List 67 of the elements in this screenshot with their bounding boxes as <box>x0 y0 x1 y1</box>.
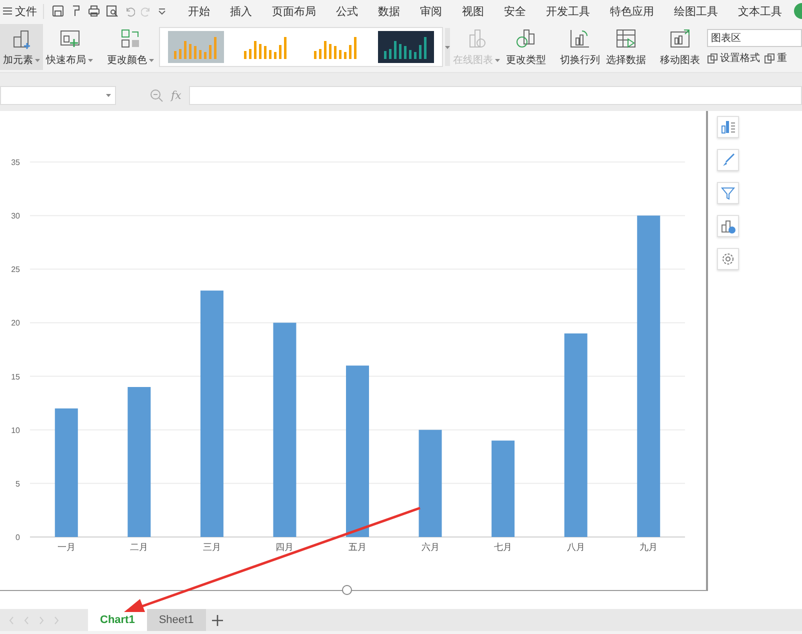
ribbon-button[interactable]: 加元素 <box>0 24 43 70</box>
menu-tab[interactable]: 插入 <box>220 0 262 22</box>
tick-label: 30 <box>11 212 20 221</box>
side-tool-button[interactable] <box>717 116 739 138</box>
menu-tab[interactable]: 绘图工具 <box>664 0 728 22</box>
category-label: 七月 <box>494 542 512 552</box>
menu-tab[interactable]: 开始 <box>178 0 220 22</box>
ribbon-button[interactable]: 选择数据 <box>603 24 649 70</box>
zoom-icon[interactable] <box>150 88 163 102</box>
resize-handle[interactable] <box>342 585 352 595</box>
tick-label: 5 <box>16 479 20 488</box>
caret-icon <box>445 46 450 48</box>
tick-label: 35 <box>11 158 20 167</box>
ribbon-button[interactable]: 更改颜色 <box>104 24 157 70</box>
ribbon-small-button[interactable]: 设置格式 <box>707 51 760 65</box>
tick-label: 15 <box>11 372 20 382</box>
category-label: 五月 <box>348 542 366 552</box>
sheet-tab[interactable]: Sheet1 <box>146 609 206 631</box>
gallery-more-button[interactable] <box>445 28 450 66</box>
menu-tab[interactable]: 视图 <box>452 0 494 22</box>
print-preview-icon[interactable] <box>106 5 118 17</box>
undo-icon[interactable] <box>124 6 135 16</box>
ribbon-button[interactable]: 快速布局 <box>43 24 96 70</box>
redo-icon[interactable] <box>141 6 152 16</box>
ribbon-button[interactable]: 移动图表 <box>657 24 703 70</box>
menu-tab[interactable]: 开发工具 <box>536 0 600 22</box>
reset-icon <box>764 52 775 64</box>
chart-style-thumbnail[interactable] <box>378 31 434 63</box>
dropdown-icon[interactable] <box>158 7 166 15</box>
menu-tab[interactable]: 公式 <box>326 0 368 22</box>
category-label: 九月 <box>640 542 658 552</box>
tick-label: 25 <box>11 265 20 274</box>
tick-label: 10 <box>11 426 20 435</box>
menu-tab[interactable]: 安全 <box>494 0 536 22</box>
ribbon-small-button[interactable]: 重 <box>764 51 787 65</box>
print-icon[interactable] <box>88 5 100 17</box>
menu-tab[interactable]: 页面布局 <box>262 0 326 22</box>
category-label: 一月 <box>57 542 76 552</box>
table-select-icon <box>614 27 638 51</box>
tick-label: 0 <box>16 533 20 542</box>
chart-style-thumbnail[interactable] <box>168 31 224 63</box>
category-label: 六月 <box>421 542 440 552</box>
menu-tab[interactable]: 数据 <box>368 0 410 22</box>
category-label: 三月 <box>202 542 221 552</box>
save-icon[interactable] <box>52 5 64 17</box>
ribbon-button[interactable]: 切换行列 <box>557 24 603 70</box>
sheet-tab[interactable]: Chart1 <box>88 609 147 631</box>
caret-icon <box>106 94 111 96</box>
menu-tab[interactable]: 特色应用 <box>600 0 664 22</box>
menu-tab[interactable]: 文本工具 <box>728 0 792 22</box>
side-tool-button[interactable] <box>717 182 739 204</box>
plus-icon <box>212 614 223 626</box>
formula-input[interactable] <box>189 86 802 104</box>
category-label: 四月 <box>276 542 294 552</box>
chart-elements-icon <box>719 118 737 136</box>
tick-label: 20 <box>11 318 20 328</box>
ribbon-button[interactable]: 更改类型 <box>503 24 549 70</box>
side-tool-button[interactable] <box>717 248 739 270</box>
menu-icon <box>3 7 12 15</box>
side-tool-button[interactable] <box>717 215 739 237</box>
chart-element-field[interactable]: 图表区 <box>707 29 802 47</box>
file-menu[interactable]: 文件 <box>0 4 44 18</box>
category-label: 二月 <box>130 542 148 552</box>
format-icon <box>707 52 718 64</box>
category-label: 八月 <box>566 542 585 552</box>
side-tool-button[interactable] <box>717 149 739 171</box>
menu-tab[interactable]: 审阅 <box>410 0 452 22</box>
